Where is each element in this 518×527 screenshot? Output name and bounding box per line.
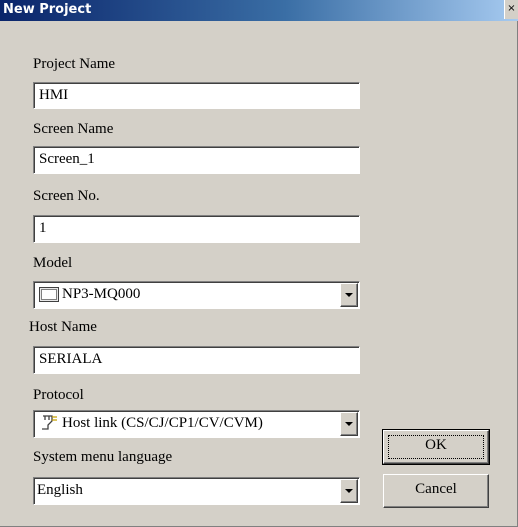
project-name-input[interactable]: HMI <box>33 82 360 109</box>
plug-icon <box>42 415 57 430</box>
project-name-value: HMI <box>39 87 69 103</box>
model-value: NP3-MQ000 <box>62 286 141 302</box>
protocol-dropdown-button[interactable] <box>340 412 358 436</box>
protocol-value: Host link (CS/CJ/CP1/CV/CVM) <box>62 415 263 431</box>
host-name-value: SERIALA <box>39 351 103 367</box>
chevron-down-icon <box>345 489 353 493</box>
screen-name-value: Screen_1 <box>39 151 95 167</box>
screen-name-label: Screen Name <box>33 121 114 137</box>
screen-no-label: Screen No. <box>33 188 100 204</box>
ok-button-label: OK <box>425 437 447 453</box>
language-select[interactable]: English <box>33 477 360 505</box>
cancel-button-label: Cancel <box>415 481 457 497</box>
monitor-icon <box>39 287 59 302</box>
language-value: English <box>37 482 83 498</box>
chevron-down-icon <box>345 422 353 426</box>
title-bar[interactable]: New Project × <box>0 0 518 21</box>
cancel-button[interactable]: Cancel <box>383 474 489 508</box>
close-icon: × <box>507 3 516 14</box>
chevron-down-icon <box>345 293 353 297</box>
language-dropdown-button[interactable] <box>340 479 358 503</box>
ok-button[interactable]: OK <box>382 429 490 465</box>
screen-no-value: 1 <box>39 220 47 236</box>
language-label: System menu language <box>33 449 173 465</box>
dialog-title: New Project <box>3 2 92 17</box>
new-project-dialog: New Project × Project Name HMI Screen Na… <box>0 0 518 527</box>
screen-no-input[interactable]: 1 <box>33 215 360 243</box>
close-button[interactable]: × <box>504 0 518 19</box>
protocol-select[interactable]: Host link (CS/CJ/CP1/CV/CVM) <box>33 410 360 438</box>
model-dropdown-button[interactable] <box>340 283 358 307</box>
model-label: Model <box>33 255 73 271</box>
host-name-input[interactable]: SERIALA <box>33 346 360 374</box>
protocol-label: Protocol <box>33 387 84 403</box>
project-name-label: Project Name <box>33 56 116 72</box>
screen-name-input[interactable]: Screen_1 <box>33 146 360 174</box>
model-select[interactable]: NP3-MQ000 <box>33 281 360 309</box>
host-name-label: Host Name <box>29 319 97 335</box>
